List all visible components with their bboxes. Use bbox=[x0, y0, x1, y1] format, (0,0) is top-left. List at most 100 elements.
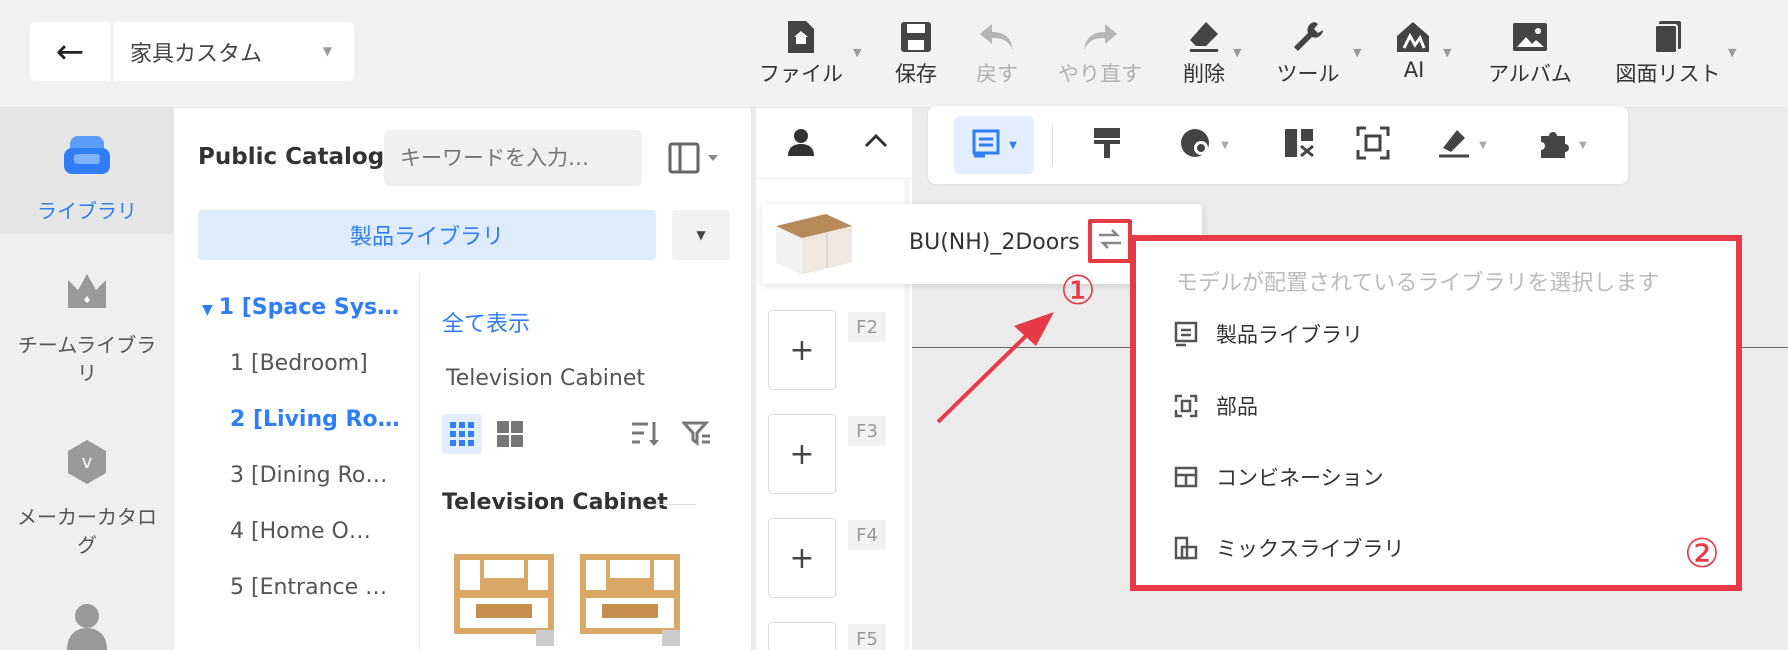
mix-library-icon bbox=[1172, 536, 1200, 560]
model-thumbnail bbox=[772, 208, 856, 280]
chevron-down-icon[interactable]: ▼ bbox=[1233, 46, 1241, 59]
toolbar-drawing-list[interactable]: 図面リスト bbox=[1606, 16, 1730, 92]
toolbar-album[interactable]: アルバム bbox=[1480, 16, 1580, 92]
floor-panel: F1 + F2 + F3 + F4 F5 bbox=[756, 108, 912, 650]
rail-item-library[interactable]: ライブラリ bbox=[0, 108, 174, 234]
focus-button[interactable] bbox=[1348, 120, 1398, 170]
material-button[interactable]: ▼ bbox=[1164, 120, 1244, 170]
toolbar-ai[interactable]: AI bbox=[1388, 16, 1440, 92]
chevron-down-icon: ▼ bbox=[1221, 139, 1229, 151]
library-model-button[interactable]: ▼ bbox=[954, 116, 1034, 174]
eraser-icon bbox=[1186, 16, 1222, 58]
chevron-up-icon[interactable] bbox=[864, 132, 888, 152]
rail-item-maker-catalog[interactable]: v メーカーカタログ bbox=[0, 438, 174, 559]
dropdown-item-mix-library[interactable]: ミックスライブラリ bbox=[1172, 531, 1404, 565]
dropdown-item-label: ミックスライブラリ bbox=[1216, 537, 1405, 561]
product-library-icon bbox=[1172, 321, 1200, 347]
focus-icon bbox=[1356, 126, 1390, 164]
library-select-button[interactable]: 製品ライブラリ bbox=[198, 210, 656, 260]
toolbar-save-label: 保存 bbox=[895, 62, 937, 86]
chevron-down-icon: ▼ bbox=[1579, 139, 1587, 151]
library-select-dropdown: モデルが配置されているライブラリを選択します 製品ライブラリ 部品 コンビネーシ… bbox=[1130, 235, 1742, 591]
toolbar-undo-label: 戻す bbox=[976, 62, 1018, 86]
tree-item-bedroom[interactable]: 1 [Bedroom] bbox=[230, 351, 368, 376]
dropdown-header: モデルが配置されているライブラリを選択します bbox=[1176, 271, 1660, 296]
grid-small-view-icon[interactable] bbox=[442, 414, 482, 454]
plugin-button[interactable]: ▼ bbox=[1522, 120, 1602, 170]
filter-icon[interactable] bbox=[680, 420, 712, 452]
save-icon bbox=[899, 16, 933, 58]
grid-large-view-icon[interactable] bbox=[496, 420, 524, 452]
annotation-arrow bbox=[936, 312, 1054, 424]
floor-add-f2[interactable]: + bbox=[768, 310, 836, 390]
divider bbox=[650, 504, 696, 505]
layout-toggle-icon[interactable] bbox=[668, 142, 722, 178]
rail-item-team-library[interactable]: チームライブラリ bbox=[0, 270, 174, 387]
rail-item-user[interactable] bbox=[0, 600, 174, 650]
swap-library-button[interactable] bbox=[1088, 219, 1132, 263]
tree-item-living-room[interactable]: 2 [Living Ro… bbox=[230, 407, 400, 432]
toolbar-save[interactable]: 保存 bbox=[880, 16, 952, 92]
combination-icon bbox=[1172, 466, 1200, 488]
tree-item-entrance[interactable]: 5 [Entrance … bbox=[230, 575, 387, 600]
puzzle-icon bbox=[1537, 126, 1571, 164]
toolbar-tools[interactable]: ツール bbox=[1270, 16, 1346, 92]
divider bbox=[756, 178, 912, 179]
product-thumbnail[interactable] bbox=[572, 538, 688, 650]
tree-item-space-sys[interactable]: ▼ 1 [Space Sys… bbox=[202, 295, 399, 320]
caret-down-icon: ▼ bbox=[202, 302, 213, 318]
user-icon[interactable] bbox=[786, 128, 816, 160]
chevron-down-icon[interactable]: ▼ bbox=[853, 46, 861, 59]
floor-add-f5[interactable] bbox=[768, 622, 836, 650]
toolbar-undo[interactable]: 戻す bbox=[962, 16, 1032, 92]
chevron-down-icon[interactable]: ▼ bbox=[1353, 46, 1361, 59]
measure-button[interactable]: ▼ bbox=[1422, 120, 1502, 170]
chevron-down-icon: ▼ bbox=[322, 44, 332, 58]
album-icon bbox=[1511, 16, 1549, 58]
toolbar-file[interactable]: ファイル bbox=[756, 16, 846, 92]
toolbar-album-label: アルバム bbox=[1488, 62, 1572, 86]
floor-label-f4: F4 bbox=[848, 520, 886, 550]
tree-item-home-office[interactable]: 4 [Home O… bbox=[230, 519, 371, 544]
chevron-down-icon: ▼ bbox=[1479, 139, 1487, 151]
undo-icon bbox=[978, 16, 1016, 58]
drawing-list-icon bbox=[1652, 16, 1684, 58]
project-select[interactable]: 家具カスタム ▼ bbox=[114, 22, 354, 81]
chevron-down-icon: ▼ bbox=[1009, 139, 1017, 151]
search-input[interactable] bbox=[384, 130, 642, 186]
floor-add-f4[interactable]: + bbox=[768, 518, 836, 598]
toolbar-delete[interactable]: 削除 bbox=[1174, 16, 1234, 92]
floor-label-f2: F2 bbox=[848, 312, 886, 342]
rail-item-team-library-label: チームライブラリ bbox=[17, 333, 157, 385]
dropdown-item-combination[interactable]: コンビネーション bbox=[1172, 460, 1384, 494]
split-icon bbox=[1282, 126, 1316, 164]
dropdown-item-parts[interactable]: 部品 bbox=[1172, 389, 1258, 423]
svg-text:v: v bbox=[82, 452, 93, 473]
floor-label-f3: F3 bbox=[848, 416, 886, 446]
paint-roller-button[interactable] bbox=[1082, 120, 1132, 170]
annotation-marker-2: ② bbox=[1684, 531, 1720, 577]
toolbar-redo-label: やり直す bbox=[1058, 62, 1142, 86]
floor-label-f5: F5 bbox=[848, 624, 886, 650]
catalog-title: Public Catalog bbox=[198, 144, 385, 170]
tree-item-dining-room[interactable]: 3 [Dining Ro… bbox=[230, 463, 387, 488]
product-thumbnail[interactable] bbox=[446, 538, 562, 650]
parts-icon bbox=[1172, 394, 1200, 418]
tree-divider bbox=[419, 274, 420, 650]
floor-add-f3[interactable]: + bbox=[768, 414, 836, 494]
sort-icon[interactable] bbox=[630, 420, 660, 452]
paint-roller-icon bbox=[1090, 126, 1124, 164]
category-heading: Television Cabinet bbox=[442, 490, 668, 515]
toolbar-redo[interactable]: やり直す bbox=[1050, 16, 1150, 92]
library-dropdown-toggle[interactable]: ▼ bbox=[672, 210, 730, 260]
chevron-down-icon[interactable]: ▼ bbox=[1443, 46, 1451, 59]
split-button[interactable] bbox=[1274, 120, 1324, 170]
rail-item-maker-catalog-label: メーカーカタログ bbox=[17, 505, 157, 557]
back-button[interactable]: ← bbox=[30, 22, 110, 81]
show-all-link[interactable]: 全て表示 bbox=[442, 306, 530, 338]
file-home-icon bbox=[786, 16, 816, 58]
arrow-left-icon: ← bbox=[55, 31, 85, 72]
dropdown-item-label: 部品 bbox=[1216, 395, 1258, 419]
dropdown-item-product-library[interactable]: 製品ライブラリ bbox=[1172, 317, 1363, 351]
chevron-down-icon[interactable]: ▼ bbox=[1728, 46, 1736, 59]
